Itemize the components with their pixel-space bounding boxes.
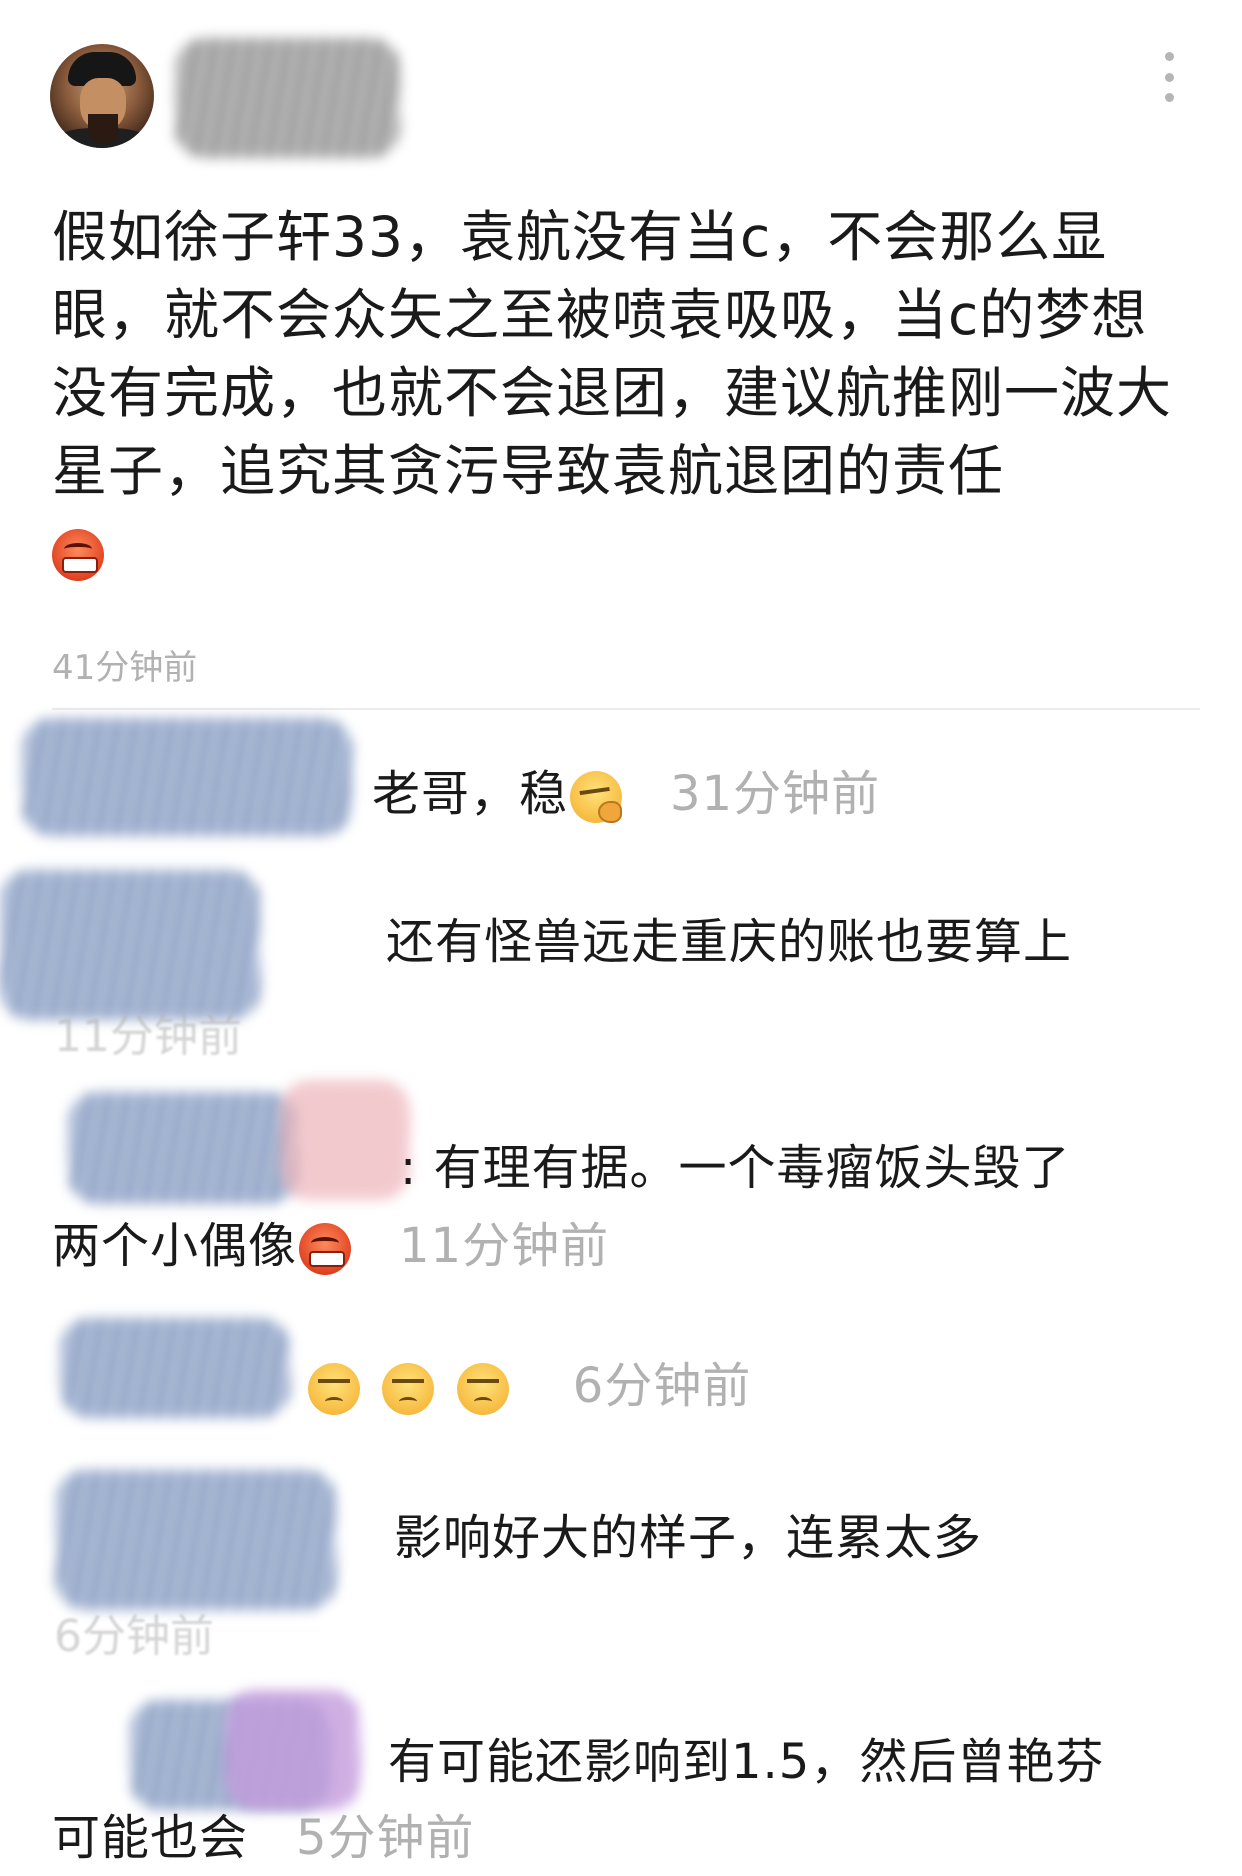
- reply-item[interactable]: 有可能还影响到1.5，然后曾艳芬: [388, 1724, 1104, 1800]
- reply-timestamp: 6分钟前: [572, 1358, 752, 1414]
- reply-item-continued[interactable]: 两个小偶像 11分钟前: [52, 1208, 609, 1284]
- reply-timestamp: 11分钟前: [399, 1218, 610, 1274]
- redacted-reply-username: [68, 1092, 298, 1204]
- reply-item-continued[interactable]: 可能也会 5分钟前: [52, 1800, 475, 1876]
- reply-text-continued: 可能也会: [52, 1810, 249, 1866]
- redacted-reply-username-overlay: [225, 1690, 360, 1810]
- redacted-reply-username: [0, 870, 260, 1020]
- reply-text: 有可能还影响到1.5，然后曾艳芬: [388, 1734, 1105, 1790]
- post-content: 假如徐子轩33，袁航没有当c，不会那么显眼，就不会众矢之至被喷袁吸吸，当c的梦想…: [52, 198, 1202, 588]
- thinking-face-icon: [570, 771, 623, 823]
- reply-item[interactable]: 影响好大的样子，连累太多: [394, 1500, 982, 1576]
- angry-face-icon: [52, 528, 104, 581]
- redacted-reply-username: [56, 1470, 336, 1610]
- reply-timestamp: 11分钟前: [54, 1011, 242, 1062]
- reply-text: 老哥，稳: [372, 766, 569, 822]
- reply-timestamp: 5分钟前: [296, 1810, 475, 1866]
- divider: [52, 708, 1200, 710]
- redacted-username: [175, 38, 400, 158]
- reply-timestamp: 6分钟前: [54, 1611, 214, 1662]
- redacted-reply-username-overlay: [280, 1080, 410, 1200]
- author-avatar[interactable]: [50, 44, 154, 148]
- redacted-reply-username: [22, 718, 352, 836]
- reply-item[interactable]: 老哥，稳 31分钟前: [372, 756, 880, 832]
- unamused-face-icon: [382, 1363, 435, 1415]
- reply-text: 有理有据。一个毒瘤饭头毁了: [433, 1140, 1071, 1196]
- more-options-icon[interactable]: [1162, 52, 1176, 102]
- reply-timestamp: 31分钟前: [670, 766, 881, 822]
- reply-item[interactable]: 6分钟前: [308, 1348, 751, 1424]
- post-timestamp: 41分钟前: [52, 648, 198, 688]
- reply-text: 还有怪兽远走重庆的账也要算上: [386, 914, 1073, 970]
- unamused-face-icon: [456, 1363, 509, 1415]
- reply-text: 影响好大的样子，连累太多: [394, 1510, 983, 1566]
- reply-text-continued: 两个小偶像: [52, 1218, 298, 1274]
- redacted-reply-username: [60, 1318, 290, 1418]
- angry-face-icon: [299, 1223, 352, 1275]
- unamused-face-icon: [308, 1363, 360, 1415]
- post-text: 假如徐子轩33，袁航没有当c，不会那么显眼，就不会众矢之至被喷袁吸吸，当c的梦想…: [52, 205, 1173, 503]
- reply-item[interactable]: : 有理有据。一个毒瘤饭头毁了: [400, 1130, 1070, 1206]
- reply-item[interactable]: 还有怪兽远走重庆的账也要算上: [386, 904, 1072, 980]
